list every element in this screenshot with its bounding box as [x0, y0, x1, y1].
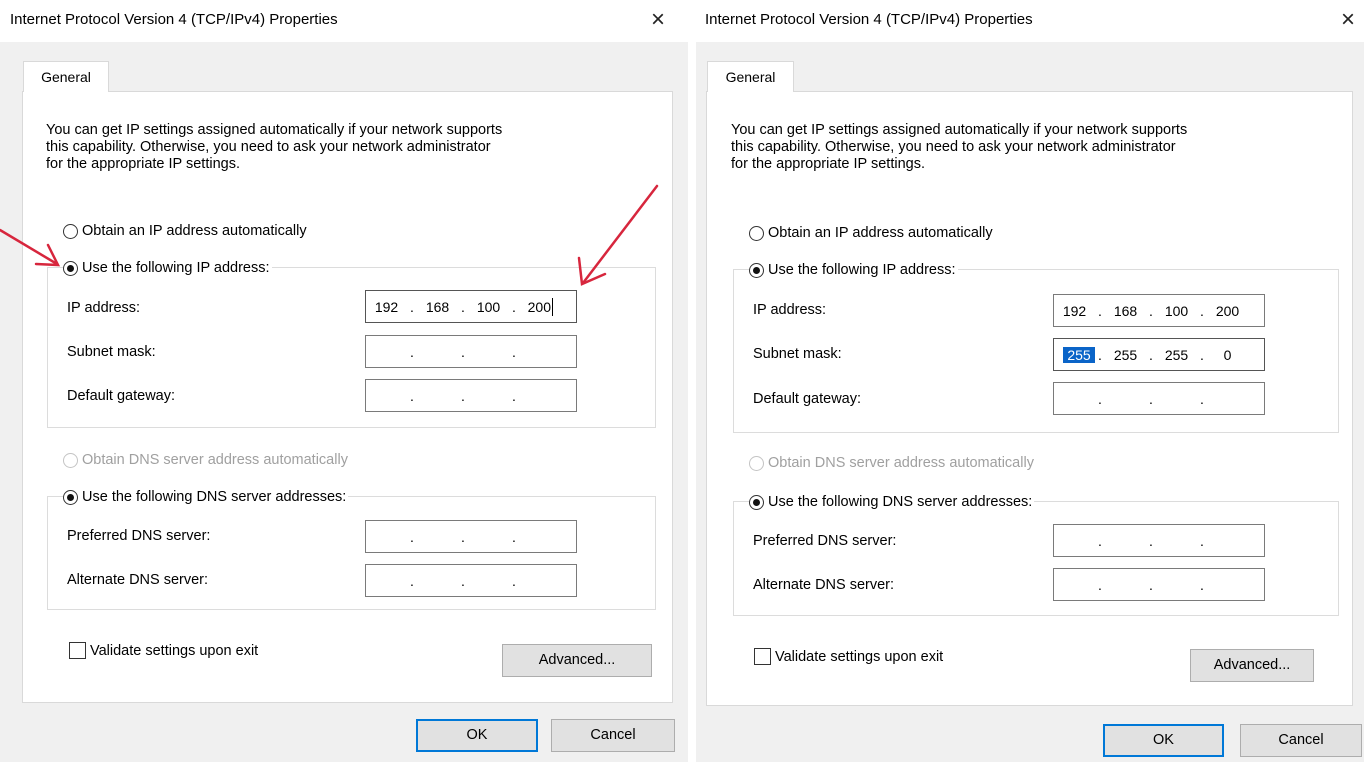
default-gateway-field[interactable]: . . .	[365, 379, 577, 412]
radio-button-checked-icon[interactable]	[63, 489, 78, 505]
tab-general[interactable]: General	[23, 61, 109, 92]
description-line: for the appropriate IP settings.	[731, 156, 925, 172]
octet-selected: 255	[1063, 346, 1095, 363]
advanced-button[interactable]: Advanced...	[1190, 649, 1314, 682]
octet: 100	[476, 298, 501, 315]
alternate-dns-field[interactable]: . . .	[1053, 568, 1265, 601]
description-line: this capability. Otherwise, you need to …	[731, 139, 1176, 155]
checkbox-icon[interactable]	[69, 642, 86, 659]
subnet-mask-label: Subnet mask:	[67, 344, 156, 360]
ok-button[interactable]: OK	[1103, 724, 1224, 757]
radio-label: Obtain an IP address automatically	[82, 223, 307, 239]
radio-obtain-dns-auto: Obtain DNS server address automatically	[63, 449, 348, 471]
octet: 200	[527, 298, 551, 315]
preferred-dns-label: Preferred DNS server:	[753, 533, 897, 549]
alternate-dns-field[interactable]: . . .	[365, 564, 577, 597]
validate-settings-checkbox[interactable]: Validate settings upon exit	[69, 642, 258, 659]
octet: 255	[1113, 346, 1138, 363]
radio-button-icon[interactable]	[749, 225, 764, 241]
close-button[interactable]: ×	[1333, 6, 1363, 36]
description-line: You can get IP settings assigned automat…	[46, 122, 503, 138]
checkbox-icon[interactable]	[754, 648, 771, 665]
cancel-button[interactable]: Cancel	[1240, 724, 1362, 757]
radio-button-checked-icon[interactable]	[63, 260, 78, 276]
radio-button-icon[interactable]	[63, 223, 78, 239]
radio-button-disabled-icon	[749, 455, 764, 471]
radio-label: Use the following DNS server addresses:	[82, 489, 347, 505]
default-gateway-label: Default gateway:	[67, 388, 176, 404]
radio-obtain-ip-auto[interactable]: Obtain an IP address automatically	[749, 222, 993, 244]
octet: 192	[1062, 302, 1087, 319]
dialog-title: Internet Protocol Version 4 (TCP/IPv4) P…	[10, 11, 338, 28]
radio-label: Use the following DNS server addresses:	[768, 494, 1033, 510]
radio-use-following-dns[interactable]: Use the following DNS server addresses:	[63, 486, 349, 508]
alternate-dns-label: Alternate DNS server:	[753, 577, 895, 593]
cancel-button[interactable]: Cancel	[551, 719, 675, 752]
radio-use-following-ip[interactable]: Use the following IP address:	[749, 259, 958, 281]
tab-general[interactable]: General	[707, 61, 794, 92]
radio-label: Obtain DNS server address automatically	[82, 452, 348, 468]
radio-button-checked-icon[interactable]	[749, 262, 764, 278]
description: You can get IP settings assigned automat…	[46, 122, 666, 173]
alternate-dns-label: Alternate DNS server:	[67, 572, 209, 588]
radio-label: Use the following IP address:	[768, 262, 956, 278]
octet: 0	[1223, 346, 1232, 363]
preferred-dns-field[interactable]: . . .	[1053, 524, 1265, 557]
octet: 255	[1164, 346, 1189, 363]
ipv4-properties-dialog-left: Internet Protocol Version 4 (TCP/IPv4) P…	[0, 0, 688, 762]
ipv4-properties-dialog-right: Internet Protocol Version 4 (TCP/IPv4) P…	[696, 0, 1364, 762]
title-bar: Internet Protocol Version 4 (TCP/IPv4) P…	[0, 0, 688, 42]
octet: 200	[1215, 302, 1240, 319]
preferred-dns-label: Preferred DNS server:	[67, 528, 211, 544]
radio-obtain-dns-auto: Obtain DNS server address automatically	[749, 452, 1034, 474]
radio-label: Use the following IP address:	[82, 260, 270, 276]
description: You can get IP settings assigned automat…	[731, 122, 1351, 173]
checkbox-label: Validate settings upon exit	[775, 648, 944, 665]
ok-button[interactable]: OK	[416, 719, 538, 752]
ip-address-label: IP address:	[753, 302, 827, 318]
close-button[interactable]: ×	[643, 6, 673, 36]
default-gateway-field[interactable]: . . .	[1053, 382, 1265, 415]
radio-button-disabled-icon	[63, 452, 78, 468]
checkbox-label: Validate settings upon exit	[90, 642, 259, 659]
subnet-mask-label: Subnet mask:	[753, 346, 842, 362]
radio-label: Obtain DNS server address automatically	[768, 455, 1034, 471]
description-line: this capability. Otherwise, you need to …	[46, 139, 491, 155]
radio-obtain-ip-auto[interactable]: Obtain an IP address automatically	[63, 220, 307, 242]
ip-address-field[interactable]: 192. 168. 100. 200	[1053, 294, 1265, 327]
description-line: You can get IP settings assigned automat…	[731, 122, 1188, 138]
octet: 100	[1164, 302, 1189, 319]
radio-use-following-dns[interactable]: Use the following DNS server addresses:	[749, 491, 1035, 513]
text-caret	[552, 297, 553, 316]
advanced-button[interactable]: Advanced...	[502, 644, 652, 677]
title-bar: Internet Protocol Version 4 (TCP/IPv4) P…	[696, 0, 1364, 42]
ip-address-field[interactable]: 192. 168. 100. 200	[365, 290, 577, 323]
description-line: for the appropriate IP settings.	[46, 156, 240, 172]
subnet-mask-field[interactable]: . . .	[365, 335, 577, 368]
octet: 168	[425, 298, 450, 315]
default-gateway-label: Default gateway:	[753, 391, 862, 407]
radio-button-checked-icon[interactable]	[749, 494, 764, 510]
validate-settings-checkbox[interactable]: Validate settings upon exit	[754, 648, 943, 665]
subnet-mask-field[interactable]: 255. 255. 255. 0	[1053, 338, 1265, 371]
ip-address-label: IP address:	[67, 300, 141, 316]
dialog-title: Internet Protocol Version 4 (TCP/IPv4) P…	[705, 11, 1033, 28]
preferred-dns-field[interactable]: . . .	[365, 520, 577, 553]
radio-label: Obtain an IP address automatically	[768, 225, 993, 241]
octet: 168	[1113, 302, 1138, 319]
octet: 192	[374, 298, 399, 315]
radio-use-following-ip[interactable]: Use the following IP address:	[63, 257, 272, 279]
